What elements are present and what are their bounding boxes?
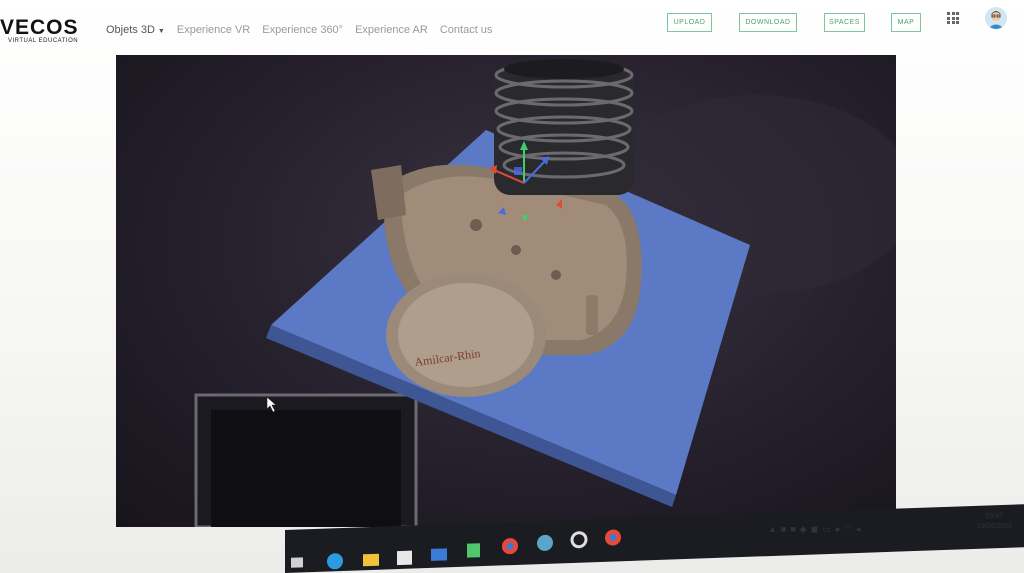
tray-v-icon[interactable]: ◼ (811, 524, 818, 535)
clock-date: 19/06/2024 (976, 523, 1012, 530)
tray-bluetooth-icon[interactable]: ● (835, 524, 840, 535)
nav-objets-3d[interactable]: Objets 3D ▼ (106, 24, 165, 36)
tray-wifi-icon[interactable]: ◠ (844, 524, 852, 535)
tray-shield-icon[interactable]: ◆ (800, 524, 807, 535)
download-button[interactable]: DOWNLOAD (739, 13, 797, 32)
tray-arrow-icon[interactable]: ▲ (768, 524, 777, 535)
settings-gear-icon (570, 531, 588, 549)
browser-icon (537, 534, 553, 551)
chat-icon (467, 543, 480, 558)
3d-model-viewer[interactable]: Amilcar-Rhin (116, 55, 896, 527)
map-button[interactable]: MAP (891, 13, 921, 32)
tray-app-icon[interactable]: ■ (781, 524, 786, 535)
nav-contact-us[interactable]: Contact us (440, 24, 493, 36)
apps-grid-icon[interactable] (947, 12, 959, 24)
vecos-logo[interactable]: VECOS VIRTUAL EDUCATION (0, 16, 79, 44)
spaces-button[interactable]: SPACES (824, 13, 865, 32)
browser-page: VECOS VIRTUAL EDUCATION Objets 3D ▼ Exper… (0, 0, 1024, 573)
taskbar-apps (291, 529, 621, 570)
clock[interactable]: 09:47 19/06/2024 (977, 512, 1012, 532)
tray-folder-icon[interactable]: ■ (790, 524, 795, 535)
system-tray: ▲ ■ ■ ◆ ◼ ▭ ● ◠ ◂ (768, 524, 861, 535)
logo-text: VECOS (0, 16, 79, 39)
nav-experience-360[interactable]: Experience 360° (262, 24, 343, 36)
tray-volume-icon[interactable]: ◂ (856, 524, 861, 535)
clock-time: 09:47 (985, 513, 1004, 520)
file-explorer-icon (363, 553, 379, 567)
main-nav: Objets 3D ▼ Experience VR Experience 360°… (106, 24, 492, 36)
nav-experience-ar[interactable]: Experience AR (355, 24, 428, 36)
start-icon (291, 557, 303, 568)
site-header: VECOS VIRTUAL EDUCATION Objets 3D ▼ Exper… (0, 0, 1024, 52)
edge-icon (327, 553, 343, 570)
user-avatar[interactable] (985, 7, 1007, 29)
store-icon (397, 550, 412, 566)
logo-subtitle: VIRTUAL EDUCATION (8, 38, 79, 44)
mail-icon (431, 548, 447, 561)
tray-keyboard-icon[interactable]: ▭ (822, 524, 831, 535)
nav-experience-vr[interactable]: Experience VR (177, 24, 250, 36)
nav-objets-3d-label: Objets 3D (106, 24, 155, 36)
upload-button[interactable]: UPLOAD (667, 13, 712, 32)
caret-down-icon: ▼ (157, 28, 165, 35)
